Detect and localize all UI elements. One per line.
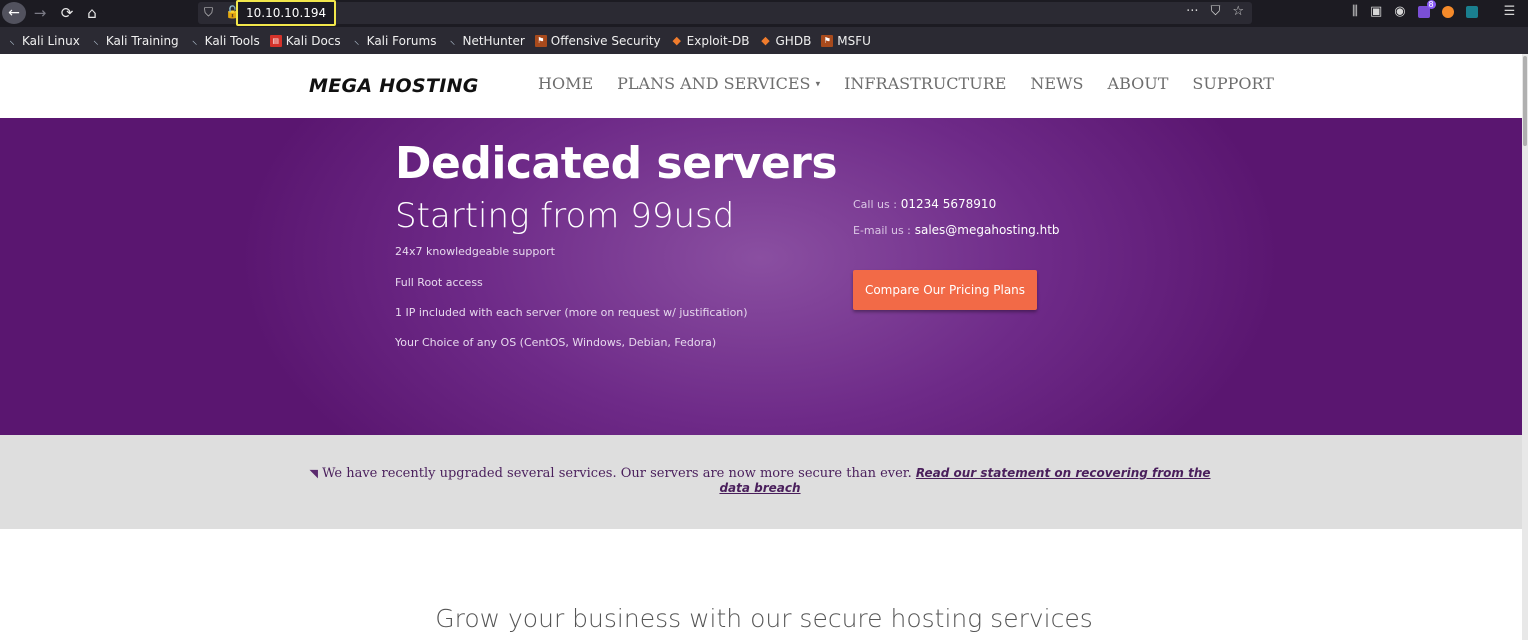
rss-icon: ◥ — [309, 467, 318, 480]
dragon-icon: ⸜ — [93, 33, 99, 47]
dragon-icon: ⸜ — [353, 33, 360, 47]
exploit-icon: ◆ — [761, 33, 770, 47]
nav-infrastructure[interactable]: INFRASTRUCTURE — [844, 74, 1006, 93]
browser-toolbar: ← → ⟳ ⌂ ⛉ 🔓 10.10.10.194 ··· ⛉ ☆ ⫼ ▣ ◉ 8… — [0, 0, 1528, 27]
bookmark-star-icon[interactable]: ☆ — [1232, 4, 1244, 19]
dragon-icon: ⸜ — [191, 33, 198, 47]
exploit-icon: ◆ — [672, 33, 681, 47]
announcement-text: ◥ We have recently upgraded several serv… — [309, 466, 1211, 495]
bookmark-offensive-security[interactable]: ⚑ Offensive Security — [534, 34, 661, 48]
feature-root-access: Full Root access — [395, 276, 483, 289]
library-icon[interactable]: ⫼ — [1352, 4, 1358, 19]
forward-button[interactable]: → — [30, 2, 50, 24]
toolbar-right-icons: ⫼ ▣ ◉ 8 ☰ — [1352, 0, 1516, 19]
hero-title: Dedicated servers — [395, 138, 838, 189]
bookmark-kali-docs[interactable]: ▤ Kali Docs — [269, 34, 341, 48]
offsec-icon: ⚑ — [821, 34, 834, 47]
nav-news[interactable]: NEWS — [1030, 74, 1083, 93]
bookmark-kali-linux[interactable]: ⸜ Kali Linux — [6, 34, 80, 48]
section-heading: Grow your business with our secure hosti… — [435, 604, 1093, 633]
hero-subtitle: Starting from 99usd — [395, 196, 735, 236]
scrollbar-thumb[interactable] — [1523, 56, 1527, 146]
bookmark-kali-training[interactable]: ⸜ Kali Training — [90, 34, 179, 48]
tracking-shield-icon[interactable]: ⛉ — [204, 5, 213, 20]
announcement-bar: ◥ We have recently upgraded several serv… — [0, 435, 1528, 529]
docs-icon: ▤ — [269, 34, 282, 47]
pocket-icon[interactable]: ⛉ — [1211, 4, 1221, 19]
bookmark-kali-forums[interactable]: ⸜ Kali Forums — [351, 34, 437, 48]
main-nav: HOME PLANS AND SERVICES ▾ INFRASTRUCTURE… — [538, 74, 1274, 93]
dragon-icon: ⸜ — [9, 33, 15, 47]
bookmarks-bar: ⸜ Kali Linux ⸜ Kali Training ⸜ Kali Tools ▤… — [0, 27, 1528, 54]
page-actions-icon[interactable]: ··· — [1186, 4, 1198, 19]
compare-pricing-button[interactable]: Compare Our Pricing Plans — [853, 270, 1037, 310]
nav-home[interactable]: HOME — [538, 74, 593, 93]
dragon-icon: ⸜ — [449, 33, 456, 47]
bookmark-exploit-db[interactable]: ◆ Exploit-DB — [671, 33, 749, 48]
reload-button[interactable]: ⟳ — [57, 2, 77, 24]
nav-support[interactable]: SUPPORT — [1192, 74, 1274, 93]
url-text[interactable]: 10.10.10.194 — [236, 0, 337, 26]
feature-support: 24x7 knowledgeable support — [395, 245, 555, 258]
hero-banner: Dedicated servers Starting from 99usd 24… — [0, 118, 1528, 435]
account-icon[interactable]: ◉ — [1394, 4, 1405, 19]
home-button[interactable]: ⌂ — [82, 2, 102, 24]
caret-down-icon: ▾ — [815, 79, 821, 90]
extension-badge: 8 — [1426, 0, 1436, 9]
offsec-icon: ⚑ — [534, 34, 547, 47]
foxyproxy-icon[interactable] — [1441, 5, 1454, 18]
nav-plans-and-services[interactable]: PLANS AND SERVICES ▾ — [617, 74, 820, 93]
site-logo[interactable]: MEGA HOSTING — [309, 75, 479, 97]
feature-ip: 1 IP included with each server (more on … — [395, 306, 748, 319]
bookmark-nethunter[interactable]: ⸜ NetHunter — [446, 33, 525, 48]
wappalyzer-icon[interactable] — [1465, 5, 1478, 18]
address-bar[interactable]: ⛉ 🔓 10.10.10.194 ··· ⛉ ☆ — [198, 0, 1252, 26]
contact-phone: Call us : 01234 5678910 — [853, 197, 997, 211]
sidebar-icon[interactable]: ▣ — [1370, 4, 1382, 19]
feature-os-choice: Your Choice of any OS (CentOS, Windows, … — [395, 336, 717, 349]
bookmark-msfu[interactable]: ⚑ MSFU — [821, 34, 871, 48]
contact-email: E-mail us : sales@megahosting.htb — [853, 223, 1060, 237]
nav-about[interactable]: ABOUT — [1108, 74, 1169, 93]
back-button[interactable]: ← — [2, 2, 26, 24]
site-header: MEGA HOSTING HOME PLANS AND SERVICES ▾ I… — [0, 54, 1528, 118]
menu-icon[interactable]: ☰ — [1504, 4, 1516, 19]
bookmark-ghdb[interactable]: ◆ GHDB — [760, 33, 811, 48]
bookmark-kali-tools[interactable]: ⸜ Kali Tools — [189, 34, 260, 48]
url-actions: ··· ⛉ ☆ — [1186, 4, 1244, 19]
extension-icon[interactable]: 8 — [1417, 0, 1436, 18]
